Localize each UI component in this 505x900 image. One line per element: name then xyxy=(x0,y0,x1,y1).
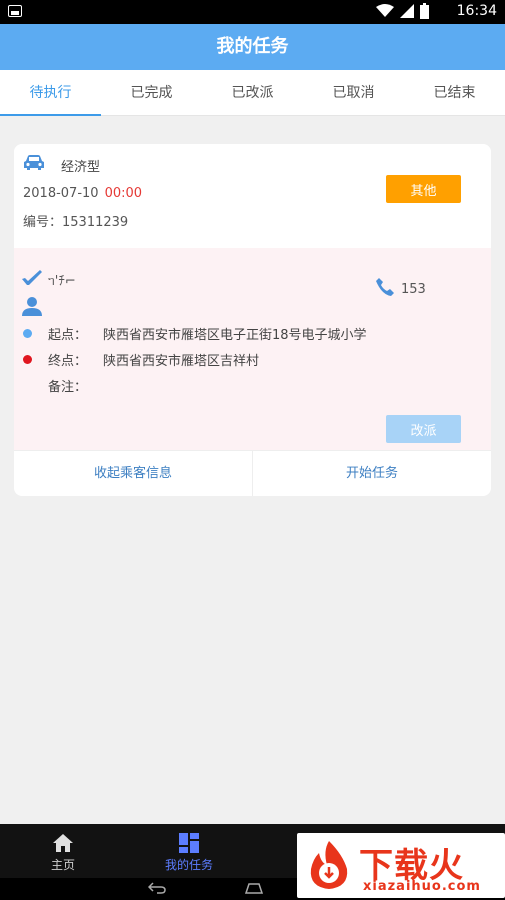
tab-pending[interactable]: 待执行 xyxy=(0,70,101,116)
origin-address: 陕西省西安市雁塔区电子正街18号电子城小学 xyxy=(103,328,367,343)
origin-dot-icon xyxy=(23,329,32,338)
nav-my-tasks[interactable]: 我的任务 xyxy=(126,824,252,878)
page-title: 我的任务 xyxy=(0,24,505,70)
home-system-icon[interactable] xyxy=(244,883,264,894)
flight-number: ᥐ'ﾁ⌐ xyxy=(48,274,76,289)
nav-my-tasks-label: 我的任务 xyxy=(164,858,213,872)
order-summary: 经济型 2018-07-10 00:00 编号：15311239 其他 xyxy=(14,144,491,248)
order-time: 00:00 xyxy=(104,186,143,201)
signal-icon xyxy=(400,4,414,18)
car-type: 经济型 xyxy=(61,160,101,175)
back-icon[interactable] xyxy=(148,882,166,894)
task-card: 经济型 2018-07-10 00:00 编号：15311239 其他 ᥐ'ﾁ⌐ … xyxy=(14,144,491,496)
collapse-passenger-button[interactable]: 收起乘客信息 xyxy=(14,451,253,496)
remark-row: 备注： xyxy=(23,376,103,395)
destination-address: 陕西省西安市雁塔区吉祥村 xyxy=(103,354,260,369)
watermark-url: xiazaihuo.com xyxy=(363,879,481,894)
order-number-value: 15311239 xyxy=(62,215,129,230)
order-number: 编号：15311239 xyxy=(23,211,128,230)
flame-logo-icon xyxy=(310,841,348,889)
reassign-button[interactable]: 改派 xyxy=(386,415,461,443)
passenger-info: ᥐ'ﾁ⌐ 153 起点： 陕西省西安市雁塔区电子正街18号电子城小学 终点： 陕… xyxy=(14,248,491,450)
order-number-label: 编号： xyxy=(23,215,63,230)
tab-completed[interactable]: 已完成 xyxy=(101,70,202,115)
nav-home-label: 主页 xyxy=(50,858,75,872)
tab-cancelled[interactable]: 已取消 xyxy=(303,70,404,115)
status-bar: 16:34 xyxy=(0,0,505,24)
order-date: 2018-07-10 xyxy=(23,186,99,201)
other-button[interactable]: 其他 xyxy=(386,175,461,203)
plane-icon xyxy=(22,270,42,285)
destination-label: 终点： xyxy=(48,354,88,369)
origin-label: 起点： xyxy=(48,328,88,343)
wifi-icon xyxy=(376,4,394,17)
person-icon xyxy=(22,297,42,316)
card-actions: 收起乘客信息 开始任务 xyxy=(14,450,491,496)
order-datetime: 2018-07-10 00:00 xyxy=(23,186,142,201)
tab-bar: 待执行 已完成 已改派 已取消 已结束 xyxy=(0,70,505,116)
destination-dot-icon xyxy=(23,355,32,364)
passenger-phone[interactable]: 153 xyxy=(401,282,426,297)
car-icon xyxy=(24,155,44,170)
tab-ended[interactable]: 已结束 xyxy=(404,70,505,115)
nav-home[interactable]: 主页 xyxy=(0,824,126,878)
notification-icon xyxy=(8,5,22,17)
status-time: 16:34 xyxy=(456,3,497,19)
start-task-button[interactable]: 开始任务 xyxy=(253,451,491,496)
home-icon xyxy=(53,834,73,852)
destination-row: 终点： 陕西省西安市雁塔区吉祥村 xyxy=(23,350,259,369)
tab-reassigned[interactable]: 已改派 xyxy=(202,70,303,115)
tasks-icon xyxy=(179,833,199,853)
remark-label: 备注： xyxy=(48,380,88,395)
battery-icon xyxy=(420,3,429,19)
origin-row: 起点： 陕西省西安市雁塔区电子正街18号电子城小学 xyxy=(23,324,367,343)
phone-icon[interactable] xyxy=(376,278,394,296)
watermark: 下载火 xiazaihuo.com xyxy=(297,833,505,898)
